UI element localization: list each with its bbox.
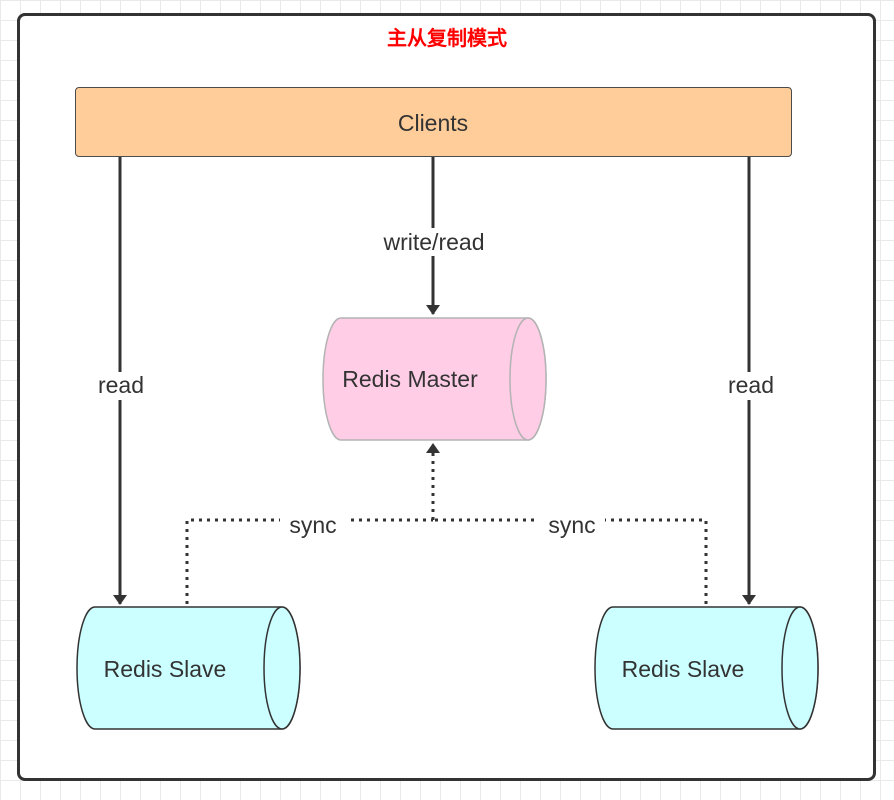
redis-slave-left-node: Redis Slave	[76, 606, 301, 730]
redis-slave-right-label: Redis Slave	[622, 656, 745, 682]
redis-slave-right-node: Redis Slave	[594, 606, 819, 730]
diagram-canvas: 主从复制模式 Clients write/read read read sync…	[0, 0, 894, 800]
redis-master-label: Redis Master	[342, 366, 478, 392]
read-right-label: read	[728, 372, 774, 398]
read-left-label: read	[98, 372, 144, 398]
diagram-links: Clients write/read read read sync sync R…	[76, 110, 819, 730]
sync-left-label: sync	[289, 512, 336, 538]
sync-right-label: sync	[548, 512, 595, 538]
redis-slave-left-label: Redis Slave	[104, 656, 227, 682]
redis-master-node: Redis Master	[322, 317, 547, 441]
write-read-label: write/read	[383, 229, 485, 255]
clients-label: Clients	[398, 110, 468, 136]
